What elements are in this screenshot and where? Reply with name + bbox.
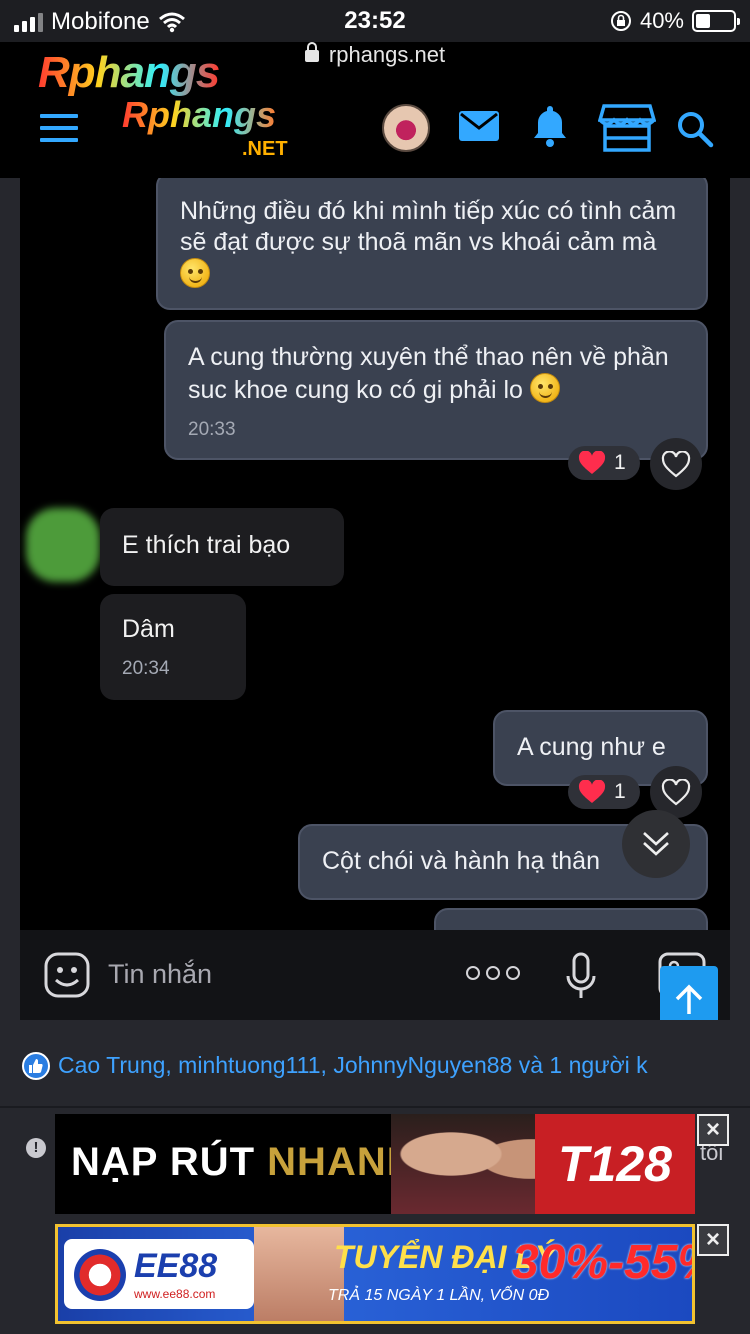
warning-icon: ! [26,1138,46,1158]
heart-outline-icon [661,450,691,477]
message-bubble: Dâm 20:34 [100,594,246,700]
user-avatar[interactable] [382,104,430,152]
message-time: 20:34 [122,658,170,679]
message-input[interactable] [108,954,428,994]
smile-emoji-icon [180,258,210,288]
message-text: Dâm [122,615,175,643]
message-text: A cung thường xuyên thể thao nên về phần… [188,343,669,404]
message-bubble: A cung thường xuyên thể thao nên về phần… [164,320,708,460]
sender-avatar [26,508,100,582]
more-options-icon[interactable] [466,966,520,980]
heart-outline-icon [661,778,691,805]
ad-banner-t128[interactable]: NẠP RÚT NHANH T128 [55,1114,695,1214]
status-right: 40% [610,8,740,34]
message-bubble-partial [434,908,708,930]
orientation-lock-icon [610,11,631,31]
status-bar: Mobifone 23:52 40% [0,0,750,42]
message-text: Những điều đó khi mình tiếp xúc có tình … [180,197,677,256]
ad-image [254,1227,344,1321]
heart-reaction-icon [578,451,606,474]
page: Mobifone 23:52 40% rphangs.net Rphangs R… [0,0,750,1334]
ad-brand-text: EE88 [134,1247,218,1285]
likes-more[interactable]: và 1 người k [512,1052,648,1078]
reaction-count: 1 [614,780,626,803]
ad-brand-logo: EE88 www.ee88.com [64,1239,254,1309]
message-text: E thích trai bạo [122,531,291,559]
scroll-to-bottom-button[interactable] [622,810,690,878]
search-icon[interactable] [676,110,714,148]
reaction-badge[interactable]: 1 [568,446,640,480]
ball-icon [74,1249,126,1301]
reaction-badge[interactable]: 1 [568,775,640,809]
thumbs-up-icon [22,1052,50,1080]
bell-icon[interactable] [530,104,570,148]
ad-brand-logo: T128 [535,1114,695,1214]
ad-headline: NẠP RÚT NHANH [71,1140,417,1185]
ad-banner-ee88[interactable]: EE88 www.ee88.com TUYỂN ĐẠI LÝ TRẢ 15 NG… [55,1224,695,1324]
menu-icon[interactable] [40,114,78,142]
site-logo-secondary[interactable]: Rphangs [122,94,276,136]
message-bubble: Những điều đó khi mình tiếp xúc có tình … [156,178,708,310]
message-text: Cột chói và hành hạ thân [322,847,600,875]
close-ad-button[interactable]: × [697,1224,729,1256]
ad-brand-url: www.ee88.com [134,1287,216,1301]
microphone-icon[interactable] [566,952,596,1000]
site-header: rphangs.net Rphangs Rphangs .NET [0,42,750,178]
battery-percent: 40% [639,8,684,33]
ad-text-white: NẠP RÚT [71,1140,268,1184]
message-composer [20,930,730,1020]
double-chevron-down-icon [643,832,669,856]
site-logo-net: .NET [242,138,288,160]
likes-row: Cao Trung, minhtuong111, JohnnyNguyen88 … [0,1020,750,1108]
ad-percent: 30%-55% [512,1236,692,1289]
url-text: rphangs.net [328,42,446,67]
store-icon[interactable] [598,104,656,152]
sticker-icon[interactable] [44,952,90,998]
lock-icon [304,42,319,62]
react-heart-button[interactable] [650,438,702,490]
chat-screenshot: Những điều đó khi mình tiếp xúc có tình … [20,178,730,930]
likes-names[interactable]: Cao Trung, minhtuong111, JohnnyNguyen88 [58,1052,512,1078]
smile-emoji-icon [529,373,560,403]
reaction-count: 1 [614,451,626,474]
close-ad-button[interactable]: × [697,1114,729,1146]
message-bubble: E thích trai bạo [100,508,344,586]
site-logo[interactable]: Rphangs [38,48,220,98]
heart-reaction-icon [578,780,606,803]
likes-list[interactable]: Cao Trung, minhtuong111, JohnnyNguyen88 … [58,1052,648,1079]
battery-icon [692,10,740,32]
message-time: 20:33 [188,419,236,440]
message-text: A cung như e [517,733,666,761]
mail-icon[interactable] [458,110,500,142]
arrow-up-icon [675,984,703,1014]
